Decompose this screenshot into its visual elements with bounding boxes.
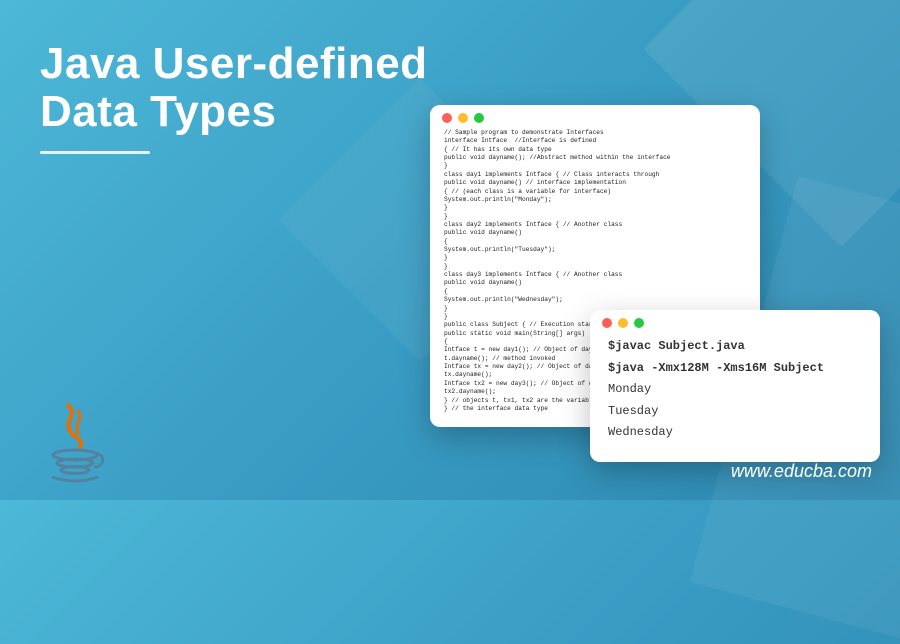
title-underline: [40, 151, 150, 154]
terminal-line: Wednesday: [608, 425, 673, 439]
title-line-1: Java User-defined: [40, 40, 428, 88]
terminal-command: $javac Subject.java: [608, 339, 745, 353]
terminal-command: $java -Xmx128M -Xms16M Subject: [608, 361, 824, 375]
title-line-2: Data Types: [40, 88, 428, 136]
terminal-line: Monday: [608, 382, 651, 396]
minimize-icon: [458, 113, 468, 123]
window-traffic-lights: [590, 310, 880, 332]
maximize-icon: [634, 318, 644, 328]
window-traffic-lights: [430, 105, 760, 127]
code-window-terminal: $javac Subject.java $java -Xmx128M -Xms1…: [590, 310, 880, 462]
close-icon: [602, 318, 612, 328]
page-title: Java User-defined Data Types: [40, 40, 428, 154]
close-icon: [442, 113, 452, 123]
website-url: www.educba.com: [731, 461, 872, 482]
minimize-icon: [618, 318, 628, 328]
maximize-icon: [474, 113, 484, 123]
terminal-line: Tuesday: [608, 404, 658, 418]
java-logo-icon: [30, 392, 120, 492]
terminal-output: $javac Subject.java $java -Xmx128M -Xms1…: [590, 332, 880, 462]
